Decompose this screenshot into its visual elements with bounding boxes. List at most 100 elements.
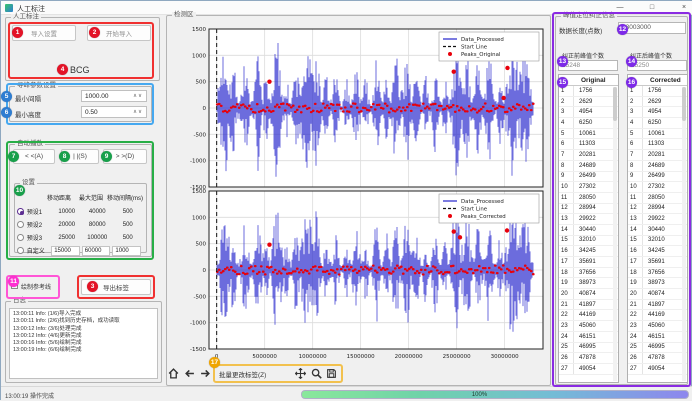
close-button[interactable]: ×: [673, 2, 692, 14]
original-table-row: 2141897: [559, 300, 618, 311]
original-table-row: 1329922: [559, 214, 618, 225]
autoplay-back-button[interactable]: < <(A): [13, 149, 55, 164]
corrected-table-row: 1735691: [628, 257, 687, 268]
corrected-table-scrollbar[interactable]: [682, 87, 686, 381]
corrected-header-label: Corrected: [650, 77, 681, 84]
pan-icon[interactable]: [294, 367, 307, 380]
original-table-row: 510061: [559, 129, 618, 140]
original-table-row: 2546995: [559, 343, 618, 354]
badge-17: 17: [209, 357, 220, 368]
preset-radio[interactable]: [17, 234, 24, 241]
corrected-table-row: 2345060: [628, 321, 687, 332]
preset-label: 预设2: [27, 220, 52, 229]
back-arrow-icon[interactable]: [183, 367, 196, 380]
preset-label: 预设3: [27, 233, 52, 242]
original-table-scrollbar[interactable]: [613, 87, 617, 381]
maximize-button[interactable]: □: [641, 2, 663, 14]
original-table-row: 11756: [559, 86, 618, 97]
preset-radio[interactable]: [17, 208, 24, 215]
signal-charts[interactable]: 150010005000-500-1000-1500Data_Processed…: [185, 25, 547, 363]
spinner-arrows-icon[interactable]: ∧∨: [130, 93, 146, 99]
corrected-table-row: 1837656: [628, 268, 687, 279]
svg-text:Start Line: Start Line: [461, 207, 488, 213]
badge-4: 4: [57, 64, 68, 75]
home-icon[interactable]: [167, 367, 180, 380]
corrected-table-row: 720281: [628, 150, 687, 161]
svg-text:-500: -500: [194, 294, 207, 300]
svg-text:Peaks_Original: Peaks_Original: [461, 52, 500, 58]
svg-text:1500: 1500: [192, 27, 206, 33]
preset-radio[interactable]: [17, 221, 24, 228]
corrected-table-row: 1634245: [628, 246, 687, 257]
original-table-row: 926499: [559, 172, 618, 183]
badge-15: 15: [557, 77, 568, 88]
corrected-table-row: 611303: [628, 139, 687, 150]
original-table-row: 1938973: [559, 278, 618, 289]
min-height-spinbox[interactable]: 0.50 ∧∨: [81, 106, 147, 118]
original-table-row: 2446151: [559, 332, 618, 343]
svg-text:0: 0: [203, 268, 207, 274]
original-table-body: 1175622629349544625051006161130372028182…: [559, 86, 618, 375]
batch-change-labels-button[interactable]: 批量更改标签(Z): [219, 369, 266, 379]
preset-radio[interactable]: [17, 247, 24, 254]
svg-text:Data_Processed: Data_Processed: [461, 199, 504, 205]
min-interval-value[interactable]: 1000.00: [82, 93, 130, 100]
min-height-value[interactable]: 0.50: [82, 109, 130, 116]
preset-value: 20000: [52, 222, 82, 228]
data-length-label: 数据长度(点数): [559, 25, 602, 35]
preset-row: 预设325000100000500: [17, 231, 143, 244]
preset-custom-input[interactable]: 1000: [112, 246, 141, 256]
preset-value: 80000: [82, 222, 112, 228]
corrected-table-row: 510061: [628, 129, 687, 140]
log-line: 13:00:12 Info: (4/6)更新完成: [13, 333, 154, 340]
svg-text:-1000: -1000: [190, 159, 206, 165]
badge-2: 2: [89, 27, 100, 38]
preset-row: 自定义15000600001000: [17, 244, 143, 257]
group-autoplay-title: 自动播放: [15, 141, 45, 148]
save-icon[interactable]: [325, 367, 338, 380]
corrected-table-row: 11756: [628, 86, 687, 97]
svg-text:0: 0: [203, 106, 207, 112]
original-table-row: 611303: [559, 139, 618, 150]
badge-5: 5: [1, 91, 12, 102]
corrected-table-row: 1027302: [628, 182, 687, 193]
badge-9: 9: [101, 151, 112, 162]
group-peak-info-title: 峰值定位纠正信息: [561, 13, 617, 20]
status-bar: 13:00:19 操作完成 100%: [1, 386, 692, 401]
corrected-table-row: 34954: [628, 107, 687, 118]
svg-text:500: 500: [196, 242, 207, 248]
group-detection-title: 检测区: [172, 12, 196, 19]
svg-text:5000000: 5000000: [252, 354, 277, 360]
badge-16: 16: [626, 77, 637, 88]
preset-value: 10000: [52, 209, 82, 215]
original-table-row: 34954: [559, 107, 618, 118]
corrected-table-row: 2647878: [628, 353, 687, 364]
min-interval-spinbox[interactable]: 1000.00 ∧∨: [81, 90, 147, 102]
svg-text:Data_Processed: Data_Processed: [461, 37, 504, 43]
preset-value: 25000: [52, 235, 82, 241]
preset-custom-input[interactable]: 60000: [82, 246, 111, 256]
log-list[interactable]: 13:00:11 Info: (1/6)导入完成13:00:11 Info: (…: [9, 308, 158, 379]
original-table-row: 46250: [559, 118, 618, 129]
svg-text:-500: -500: [194, 132, 207, 138]
corrected-table-row: 46250: [628, 118, 687, 129]
svg-text:1500: 1500: [192, 189, 206, 195]
preset-value: 100000: [82, 235, 112, 241]
log-line: 13:00:19 Info: (6/6)绘制完成: [13, 347, 154, 354]
corrected-peaks-table[interactable]: Corrected 117562262934954462505100616113…: [627, 74, 688, 383]
data-length-field[interactable]: 33003000: [618, 22, 686, 34]
original-table-row: 1128050: [559, 193, 618, 204]
forward-arrow-icon[interactable]: [199, 367, 212, 380]
original-table-row: 1634245: [559, 246, 618, 257]
spinner-arrows-icon[interactable]: ∧∨: [130, 109, 146, 115]
original-peaks-table[interactable]: Original 1175622629349544625051006161130…: [558, 74, 619, 383]
badge-8: 8: [59, 151, 70, 162]
corrected-table-row: 824689: [628, 161, 687, 172]
preset-custom-input[interactable]: 15000: [51, 246, 80, 256]
preset-row: 预设11000040000500: [17, 205, 143, 218]
svg-text:Start Line: Start Line: [461, 45, 488, 51]
zoom-icon[interactable]: [310, 367, 323, 380]
corrected-table-row: 1938973: [628, 278, 687, 289]
badge-7: 7: [8, 151, 19, 162]
corrected-table-row: 2141897: [628, 300, 687, 311]
